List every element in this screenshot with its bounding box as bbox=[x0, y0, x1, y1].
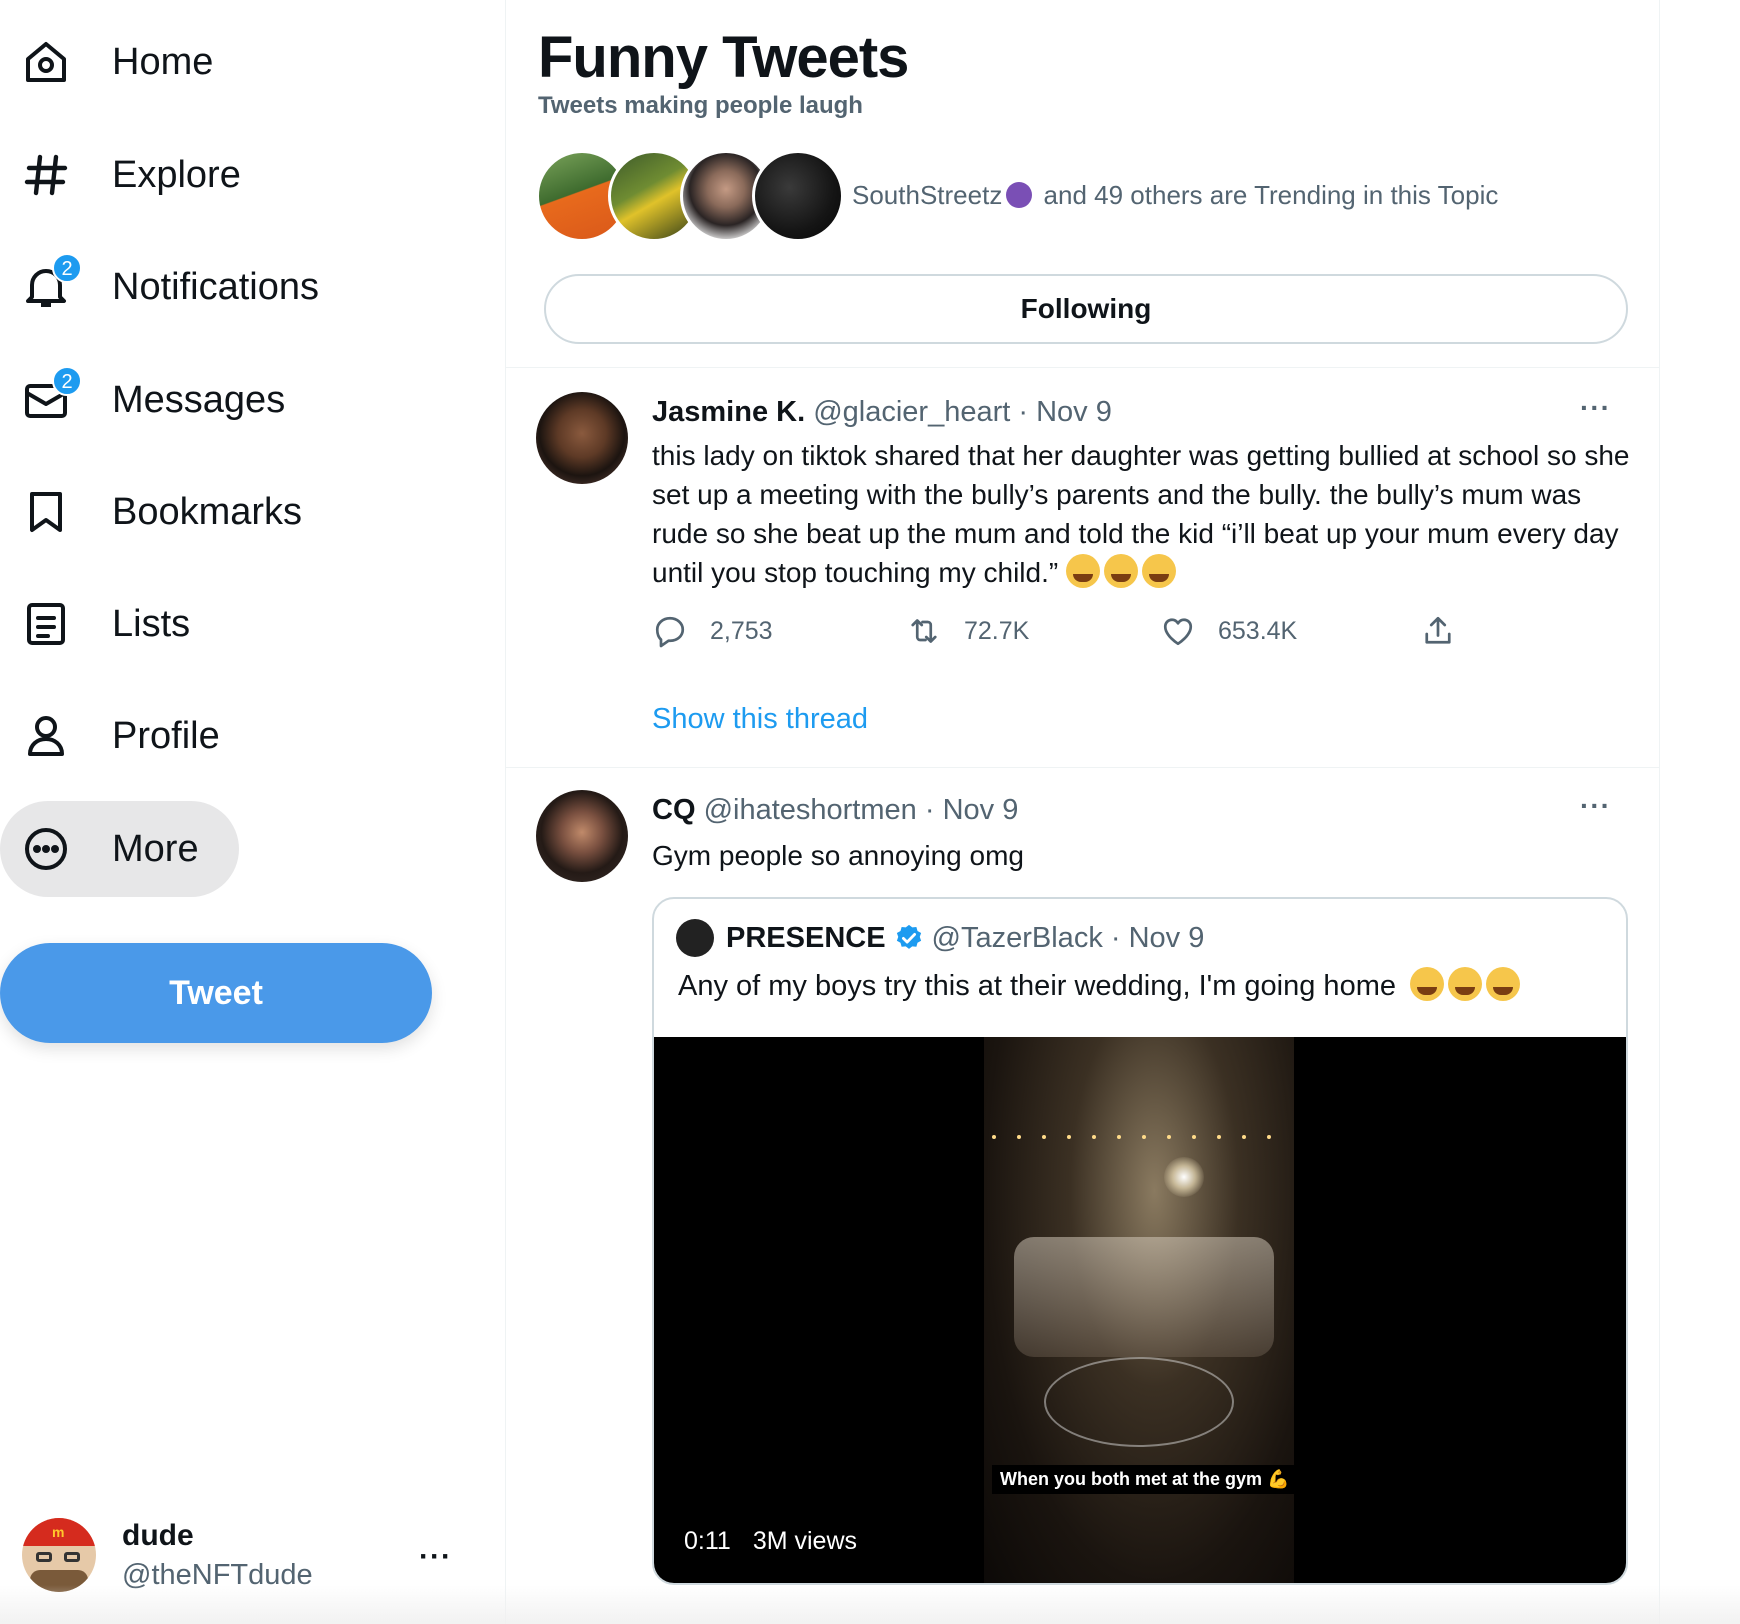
nav-lists[interactable]: Lists bbox=[0, 576, 230, 672]
devil-emoji-icon bbox=[1006, 182, 1033, 208]
quoted-avatar[interactable] bbox=[676, 919, 714, 957]
more-circle-icon bbox=[22, 825, 70, 873]
nav-bookmarks-label: Bookmarks bbox=[112, 490, 303, 533]
trending-avatar bbox=[752, 150, 844, 242]
nav-explore[interactable]: Explore bbox=[0, 127, 281, 223]
quoted-tweet-header: PRESENCE @TazerBlack · Nov 9 bbox=[676, 919, 1204, 957]
envelope-icon: 2 bbox=[22, 366, 82, 424]
video-caption: When you both met at the gym 💪 bbox=[992, 1465, 1294, 1494]
like-count: 653.4K bbox=[1218, 616, 1298, 645]
tweet-header: CQ @ihateshortmen · Nov 9 bbox=[652, 794, 1019, 826]
trending-rest: and 49 others are Trending in this Topic bbox=[1043, 180, 1499, 210]
heart-icon bbox=[1163, 618, 1193, 646]
nav-notifications-label: Notifications bbox=[112, 265, 319, 308]
nav-explore-label: Explore bbox=[112, 153, 241, 196]
laughing-emoji-icon bbox=[1486, 967, 1521, 1001]
home-icon bbox=[22, 38, 70, 86]
tweet-text-content: this lady on tiktok shared that her daug… bbox=[652, 440, 1630, 588]
laughing-emoji-icon bbox=[1410, 967, 1445, 1001]
topic-column: Funny Tweets Tweets making people laugh … bbox=[505, 0, 1660, 1624]
account-more-icon[interactable]: ··· bbox=[419, 1540, 452, 1574]
nav-more[interactable]: More bbox=[0, 801, 239, 897]
quoted-text-content: Any of my boys try this at their wedding… bbox=[678, 970, 1396, 1002]
reply-count: 2,753 bbox=[710, 616, 773, 645]
nav-lists-label: Lists bbox=[112, 602, 191, 645]
page-subtitle: Tweets making people laugh bbox=[538, 92, 863, 119]
nav-messages-label: Messages bbox=[112, 378, 286, 421]
list-icon bbox=[22, 600, 70, 648]
nav-bookmarks[interactable]: Bookmarks bbox=[0, 464, 342, 560]
video-meta: 0:11 3M views bbox=[684, 1527, 879, 1556]
reply-icon bbox=[655, 616, 685, 648]
scroll-fade bbox=[0, 1585, 1740, 1624]
retweet-count: 72.7K bbox=[964, 616, 1030, 645]
tweet-more-icon[interactable]: ··· bbox=[1580, 790, 1611, 822]
tweet-text: Gym people so annoying omg bbox=[652, 840, 1024, 871]
string-lights bbox=[992, 1135, 1271, 1139]
tweet-author-name[interactable]: Jasmine K. bbox=[652, 396, 805, 428]
sidebar: Home Explore 2 Notifications 2 Messages … bbox=[0, 0, 505, 1624]
nav-home[interactable]: Home bbox=[0, 14, 253, 110]
video-player[interactable]: When you both met at the gym 💪 0:11 3M vi… bbox=[654, 1037, 1626, 1583]
hashtag-icon bbox=[22, 151, 70, 199]
quoted-tweet[interactable]: PRESENCE @TazerBlack · Nov 9 Any of my b… bbox=[652, 897, 1628, 1585]
account-avatar: m bbox=[22, 1518, 96, 1592]
tweet-header: Jasmine K. @glacier_heart · Nov 9 bbox=[652, 396, 1112, 428]
like-button[interactable]: 653.4K bbox=[1160, 613, 1297, 649]
tweet-author-handle[interactable]: @ihateshortmen bbox=[704, 794, 917, 826]
show-thread-link[interactable]: Show this thread bbox=[652, 703, 868, 736]
verified-badge-icon bbox=[896, 924, 921, 949]
crying-emoji-icon bbox=[1066, 554, 1100, 588]
trending-avatars[interactable] bbox=[536, 150, 846, 242]
tweet-author-name[interactable]: CQ bbox=[652, 794, 696, 826]
tweet-date[interactable]: Nov 9 bbox=[943, 794, 1019, 826]
tweet-text: this lady on tiktok shared that her daug… bbox=[652, 436, 1632, 592]
nav-notifications[interactable]: 2 Notifications bbox=[0, 239, 359, 335]
reply-button[interactable]: 2,753 bbox=[652, 613, 773, 649]
tweet-actions: 2,753 72.7K 653.4K bbox=[652, 613, 1532, 653]
crying-emoji-icon bbox=[1104, 554, 1138, 588]
messages-badge: 2 bbox=[52, 366, 82, 396]
page-title: Funny Tweets bbox=[538, 25, 909, 90]
account-name: dude bbox=[122, 1518, 194, 1552]
retweet-icon bbox=[911, 619, 937, 643]
tweet-more-icon[interactable]: ··· bbox=[1580, 392, 1611, 424]
video-frame: When you both met at the gym 💪 bbox=[984, 1037, 1294, 1583]
nav-profile[interactable]: Profile bbox=[0, 688, 260, 784]
quoted-author-handle[interactable]: @TazerBlack bbox=[932, 922, 1103, 955]
nav-more-label: More bbox=[112, 827, 199, 870]
trending-user: SouthStreetz bbox=[852, 180, 1003, 210]
quoted-author-name[interactable]: PRESENCE bbox=[726, 922, 886, 955]
crying-emoji-icon bbox=[1142, 554, 1176, 588]
nav-home-label: Home bbox=[112, 40, 214, 83]
tweet-date[interactable]: Nov 9 bbox=[1036, 396, 1112, 428]
video-duration: 0:11 bbox=[684, 1527, 731, 1555]
tweet-button[interactable]: Tweet bbox=[0, 943, 432, 1043]
share-button[interactable] bbox=[1420, 613, 1478, 649]
quoted-tweet-text: Any of my boys try this at their wedding… bbox=[678, 967, 1524, 1003]
trending-summary[interactable]: SouthStreetz and 49 others are Trending … bbox=[852, 180, 1498, 211]
bell-icon: 2 bbox=[22, 253, 82, 311]
laughing-emoji-icon bbox=[1448, 967, 1483, 1001]
nav-messages[interactable]: 2 Messages bbox=[0, 352, 325, 448]
tweet-avatar[interactable] bbox=[536, 790, 628, 882]
notifications-badge: 2 bbox=[52, 253, 82, 283]
tweet-avatar[interactable] bbox=[536, 392, 628, 484]
tweet-author-handle[interactable]: @glacier_heart bbox=[813, 396, 1010, 428]
share-icon bbox=[1425, 616, 1451, 644]
nav-profile-label: Profile bbox=[112, 714, 220, 757]
bookmark-icon bbox=[22, 488, 70, 536]
tweet[interactable]: Jasmine K. @glacier_heart · Nov 9 ··· th… bbox=[506, 368, 1659, 767]
person-icon bbox=[22, 712, 70, 760]
quoted-date[interactable]: Nov 9 bbox=[1129, 922, 1205, 955]
retweet-button[interactable]: 72.7K bbox=[906, 613, 1029, 649]
following-button[interactable]: Following bbox=[544, 274, 1628, 344]
video-views: 3M views bbox=[752, 1527, 857, 1555]
